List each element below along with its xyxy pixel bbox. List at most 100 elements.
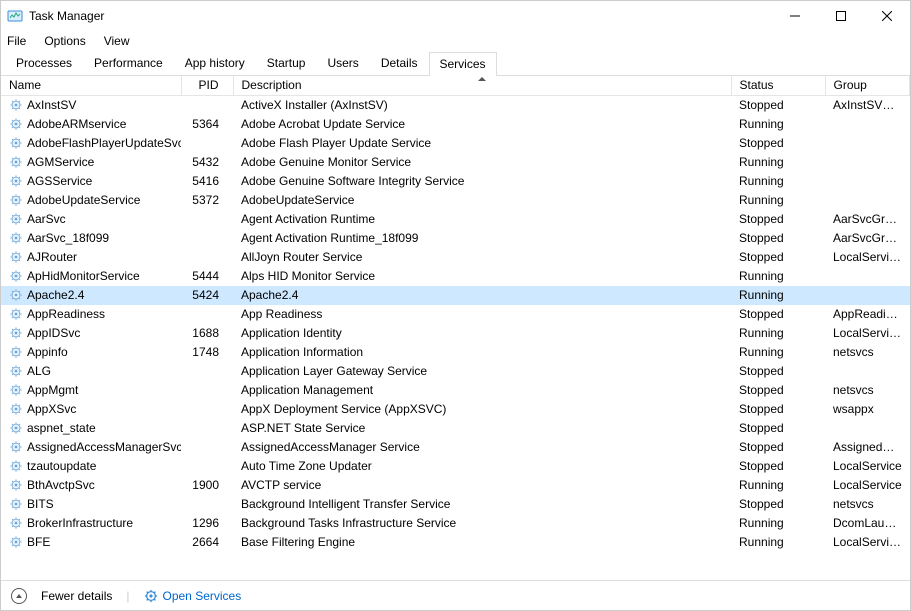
service-pid — [181, 362, 233, 381]
table-row[interactable]: Appinfo1748Application InformationRunnin… — [1, 343, 910, 362]
service-group: netsvcs — [825, 343, 910, 362]
service-name: BITS — [27, 497, 54, 511]
menu-options[interactable]: Options — [44, 34, 85, 48]
menu-file[interactable]: File — [7, 34, 26, 48]
table-row[interactable]: BrokerInfrastructure1296Background Tasks… — [1, 514, 910, 533]
service-status: Running — [731, 172, 825, 191]
service-group — [825, 191, 910, 210]
table-row[interactable]: AppXSvcAppX Deployment Service (AppXSVC)… — [1, 400, 910, 419]
service-name: AdobeARMservice — [27, 117, 126, 131]
open-services-link[interactable]: Open Services — [144, 589, 242, 603]
service-name: BFE — [27, 535, 50, 549]
tab-details[interactable]: Details — [370, 51, 429, 75]
service-name: AdobeUpdateService — [27, 193, 140, 207]
tab-app-history[interactable]: App history — [174, 51, 256, 75]
gear-icon — [9, 326, 23, 340]
service-group: LocalServiceN... — [825, 324, 910, 343]
table-row[interactable]: AppReadinessApp ReadinessStoppedAppReadi… — [1, 305, 910, 324]
service-description: Application Management — [233, 381, 731, 400]
table-row[interactable]: AppMgmtApplication ManagementStoppednets… — [1, 381, 910, 400]
table-row[interactable]: AGMService5432Adobe Genuine Monitor Serv… — [1, 153, 910, 172]
table-row[interactable]: BthAvctpSvc1900AVCTP serviceRunningLocal… — [1, 476, 910, 495]
service-group — [825, 172, 910, 191]
service-pid: 2664 — [181, 533, 233, 552]
service-group: AppReadiness — [825, 305, 910, 324]
gear-icon — [9, 478, 23, 492]
gear-icon — [144, 589, 158, 603]
service-name: AarSvc — [27, 212, 66, 226]
service-status: Running — [731, 476, 825, 495]
gear-icon — [9, 269, 23, 283]
tab-startup[interactable]: Startup — [256, 51, 317, 75]
gear-icon — [9, 345, 23, 359]
table-row[interactable]: tzautoupdateAuto Time Zone UpdaterStoppe… — [1, 457, 910, 476]
table-row[interactable]: AdobeFlashPlayerUpdateSvcAdobe Flash Pla… — [1, 134, 910, 153]
table-row[interactable]: AJRouterAllJoyn Router ServiceStoppedLoc… — [1, 248, 910, 267]
service-pid — [181, 438, 233, 457]
service-description: ActiveX Installer (AxInstSV) — [233, 96, 731, 115]
gear-icon — [9, 440, 23, 454]
services-scroll[interactable]: AxInstSVActiveX Installer (AxInstSV)Stop… — [1, 96, 910, 578]
table-row[interactable]: ApHidMonitorService5444Alps HID Monitor … — [1, 267, 910, 286]
service-description: ASP.NET State Service — [233, 419, 731, 438]
service-description: Apache2.4 — [233, 286, 731, 305]
col-header-name[interactable]: Name — [1, 76, 181, 95]
service-group — [825, 267, 910, 286]
table-row[interactable]: AarSvc_18f099Agent Activation Runtime_18… — [1, 229, 910, 248]
table-row[interactable]: aspnet_stateASP.NET State ServiceStopped — [1, 419, 910, 438]
service-description: Background Intelligent Transfer Service — [233, 495, 731, 514]
table-row[interactable]: AarSvcAgent Activation RuntimeStoppedAar… — [1, 210, 910, 229]
table-row[interactable]: AdobeARMservice5364Adobe Acrobat Update … — [1, 115, 910, 134]
service-pid: 1296 — [181, 514, 233, 533]
service-description: Agent Activation Runtime_18f099 — [233, 229, 731, 248]
col-header-pid[interactable]: PID — [181, 76, 233, 95]
service-name: Appinfo — [27, 345, 68, 359]
chevron-up-icon[interactable] — [11, 588, 27, 604]
service-description: Application Layer Gateway Service — [233, 362, 731, 381]
col-header-group[interactable]: Group — [825, 76, 910, 95]
gear-icon — [9, 212, 23, 226]
table-row[interactable]: AdobeUpdateService5372AdobeUpdateService… — [1, 191, 910, 210]
service-pid: 5444 — [181, 267, 233, 286]
gear-icon — [9, 497, 23, 511]
service-description: Auto Time Zone Updater — [233, 457, 731, 476]
service-group: LocalServiceN... — [825, 533, 910, 552]
table-row[interactable]: BFE2664Base Filtering EngineRunningLocal… — [1, 533, 910, 552]
service-name: BthAvctpSvc — [27, 478, 95, 492]
tab-users[interactable]: Users — [316, 51, 369, 75]
service-name: ApHidMonitorService — [27, 269, 140, 283]
service-status: Stopped — [731, 229, 825, 248]
table-row[interactable]: ALGApplication Layer Gateway ServiceStop… — [1, 362, 910, 381]
col-header-description[interactable]: Description — [233, 76, 731, 95]
service-status: Running — [731, 191, 825, 210]
col-header-status[interactable]: Status — [731, 76, 825, 95]
service-status: Stopped — [731, 419, 825, 438]
minimize-button[interactable] — [772, 1, 818, 31]
tab-services[interactable]: Services — [429, 52, 497, 76]
tab-strip: ProcessesPerformanceApp historyStartupUs… — [1, 51, 910, 76]
maximize-button[interactable] — [818, 1, 864, 31]
service-group: LocalServiceN... — [825, 248, 910, 267]
gear-icon — [9, 155, 23, 169]
service-status: Stopped — [731, 96, 825, 115]
service-description: AppX Deployment Service (AppXSVC) — [233, 400, 731, 419]
close-button[interactable] — [864, 1, 910, 31]
tab-processes[interactable]: Processes — [5, 51, 83, 75]
service-group: netsvcs — [825, 381, 910, 400]
gear-icon — [9, 231, 23, 245]
service-pid — [181, 229, 233, 248]
service-description: Background Tasks Infrastructure Service — [233, 514, 731, 533]
table-row[interactable]: Apache2.45424Apache2.4Running — [1, 286, 910, 305]
table-row[interactable]: AxInstSVActiveX Installer (AxInstSV)Stop… — [1, 96, 910, 115]
service-pid: 5424 — [181, 286, 233, 305]
menu-view[interactable]: View — [104, 34, 130, 48]
fewer-details-link[interactable]: Fewer details — [41, 589, 112, 603]
table-row[interactable]: AGSService5416Adobe Genuine Software Int… — [1, 172, 910, 191]
service-name: tzautoupdate — [27, 459, 96, 473]
service-status: Running — [731, 153, 825, 172]
table-row[interactable]: BITS Background Intelligent Transfer Serv… — [1, 495, 910, 514]
tab-performance[interactable]: Performance — [83, 51, 174, 75]
table-row[interactable]: AssignedAccessManagerSvcAssignedAccessMa… — [1, 438, 910, 457]
gear-icon — [9, 535, 23, 549]
table-row[interactable]: AppIDSvc1688Application IdentityRunningL… — [1, 324, 910, 343]
